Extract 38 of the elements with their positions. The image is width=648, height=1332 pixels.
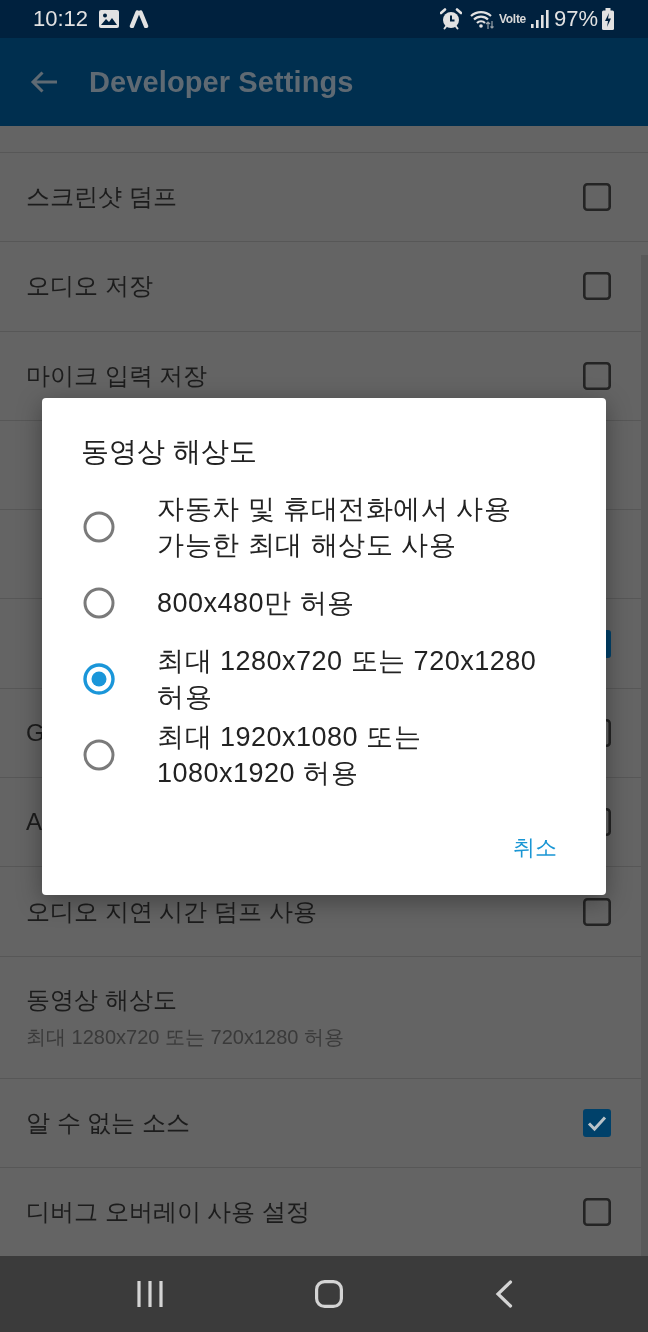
- option-label: 자동차 및 휴대전화에서 사용 가능한 최대 해상도 사용: [157, 493, 512, 562]
- option-label: 최대 1920x1080 또는 1080x1920 허용: [157, 721, 423, 790]
- battery-charging-icon: [602, 8, 614, 30]
- back-icon[interactable]: [495, 1280, 513, 1308]
- setting-label: A: [26, 807, 42, 838]
- screen-title: Developer Settings: [89, 65, 354, 99]
- setting-label: 동영상 해상도: [26, 984, 177, 1015]
- wifi-icon: [470, 9, 494, 29]
- checkbox[interactable]: [583, 1108, 611, 1137]
- clock-time: 10:12: [33, 6, 89, 32]
- checkbox[interactable]: [583, 183, 611, 212]
- radio-button[interactable]: [83, 663, 115, 695]
- option-label: 800x480만 허용: [157, 587, 356, 620]
- checkbox[interactable]: [583, 272, 611, 301]
- checkbox[interactable]: [583, 361, 611, 390]
- radio-button[interactable]: [83, 739, 115, 771]
- checkbox[interactable]: [583, 1198, 611, 1227]
- setting-label: 오디오 지연 시간 덤프 사용: [26, 896, 317, 927]
- image-icon: [99, 10, 120, 28]
- setting-label: 마이크 입력 저장: [26, 360, 208, 391]
- radio-button[interactable]: [83, 511, 115, 543]
- setting-label: 스크린샷 덤프: [26, 182, 177, 213]
- signal-icon: [530, 10, 549, 28]
- setting-label: 오디오 저장: [26, 271, 153, 302]
- app-logo-icon: [129, 10, 150, 28]
- cancel-button[interactable]: 취소: [497, 825, 573, 871]
- option-label: 최대 1280x720 또는 720x1280 허용: [157, 645, 538, 714]
- battery-percent: 97%: [553, 6, 598, 32]
- radio-button[interactable]: [83, 587, 115, 619]
- alarm-icon: [440, 8, 462, 30]
- back-arrow-icon[interactable]: [30, 70, 58, 94]
- checkbox[interactable]: [583, 897, 611, 926]
- dialog-title: 동영상 해상도: [81, 435, 257, 469]
- volte-label: Volte: [499, 12, 526, 26]
- home-icon[interactable]: [315, 1280, 343, 1308]
- recent-apps-icon[interactable]: [137, 1280, 163, 1308]
- setting-label: 알 수 없는 소스: [26, 1107, 190, 1138]
- setting-label: 디버그 오버레이 사용 설정: [26, 1197, 310, 1228]
